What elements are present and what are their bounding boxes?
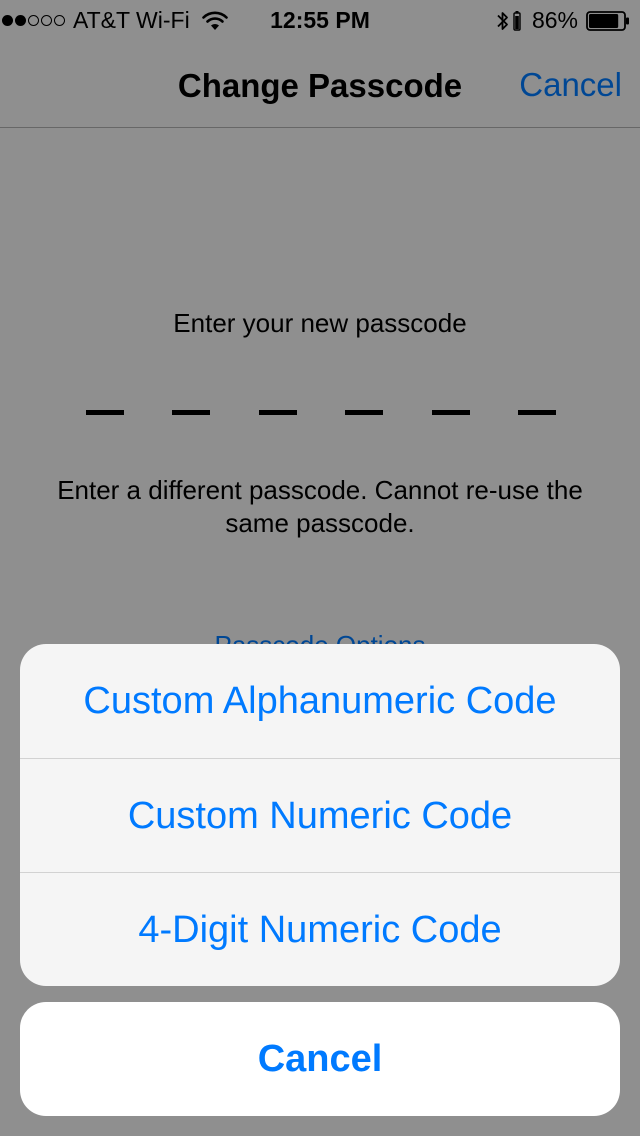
custom-numeric-code-option[interactable]: Custom Numeric Code <box>20 758 620 873</box>
four-digit-numeric-code-option[interactable]: 4-Digit Numeric Code <box>20 872 620 986</box>
action-sheet: Custom Alphanumeric Code Custom Numeric … <box>20 644 620 986</box>
action-sheet-cancel-button[interactable]: Cancel <box>20 1002 620 1116</box>
custom-alphanumeric-code-option[interactable]: Custom Alphanumeric Code <box>20 644 620 758</box>
